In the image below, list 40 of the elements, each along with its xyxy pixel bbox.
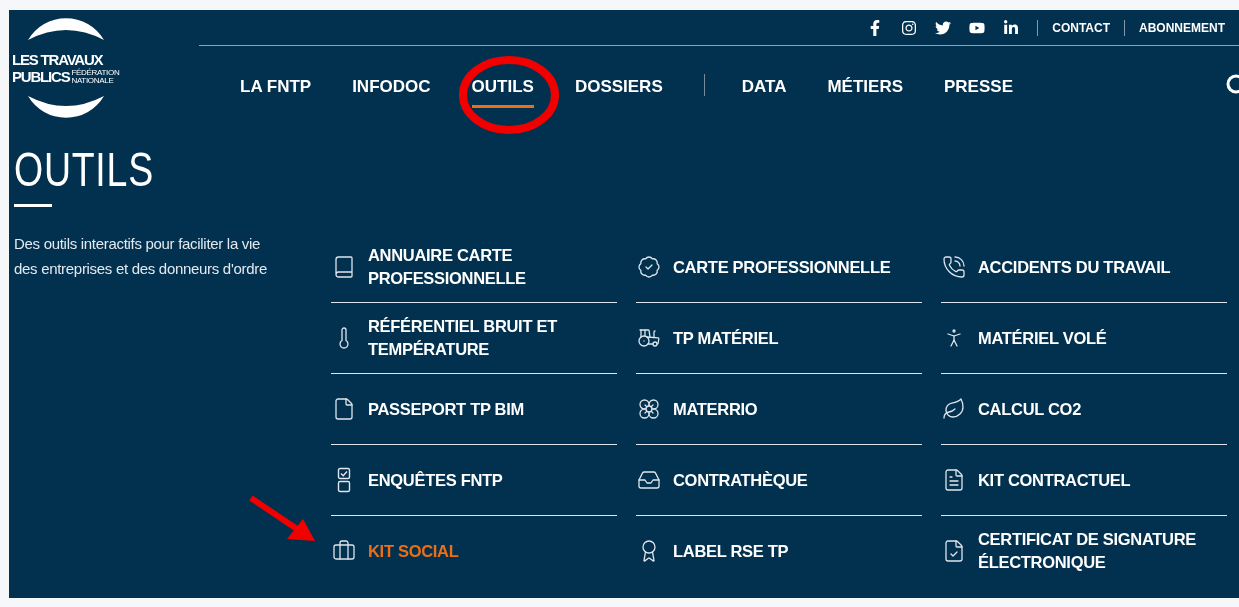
flower-icon xyxy=(636,397,661,421)
tool-link[interactable]: LABEL RSE TP xyxy=(636,539,789,563)
badge-icon xyxy=(636,255,661,279)
page-title: OUTILS xyxy=(14,146,154,194)
tool-link[interactable]: PASSEPORT TP BIM xyxy=(331,397,524,421)
leaf-icon xyxy=(941,397,966,421)
tool-link[interactable]: KIT CONTRACTUEL xyxy=(941,468,1131,492)
tool-link[interactable]: ENQUÊTES FNTP xyxy=(331,467,503,493)
tool-link[interactable]: TP MATÉRIEL xyxy=(636,326,779,350)
nav-link[interactable]: INFODOC xyxy=(352,68,431,108)
tool-link[interactable]: ANNUAIRE CARTE PROFESSIONNELLE xyxy=(331,244,617,290)
tool-link[interactable]: CARTE PROFESSIONNELLE xyxy=(636,255,891,279)
logo-tagline: FÉDÉRATION xyxy=(71,68,120,77)
nav-link[interactable]: DOSSIERS xyxy=(574,68,663,108)
logo-text: PUBLICS xyxy=(12,68,70,85)
linkedin-icon[interactable] xyxy=(1003,19,1020,36)
tool-link[interactable]: MATERRIO xyxy=(636,397,758,421)
tractor-icon xyxy=(636,326,661,350)
phone-icon xyxy=(941,255,966,279)
page-description: Des outils interactifs pour faciliter la vie des entreprises et des donneurs d'ordre xyxy=(14,234,268,279)
tool-link[interactable]: KIT SOCIAL xyxy=(331,539,459,563)
nav-link[interactable]: PRESSE xyxy=(944,68,1013,108)
checkboxes-icon xyxy=(336,467,351,493)
nav-link[interactable]: DATA xyxy=(741,68,787,108)
briefcase-icon xyxy=(331,539,356,563)
tray-icon xyxy=(636,468,661,492)
tool-link[interactable]: CONTRATHÈQUE xyxy=(636,468,808,492)
twitter-icon[interactable] xyxy=(935,19,952,36)
tool-link[interactable]: CALCUL CO2 xyxy=(941,397,1082,421)
top-link[interactable]: CONTACT xyxy=(1052,20,1110,35)
nav-link[interactable]: LA FNTP xyxy=(240,68,312,108)
tool-link[interactable]: ACCIDENTS DU TRAVAIL xyxy=(941,255,1171,279)
tool-link[interactable]: RÉFÉRENTIEL BRUIT ET TEMPÉRATURE xyxy=(331,315,617,361)
logo-text: LES TRAVAUX xyxy=(12,51,103,68)
tool-link[interactable]: CERTIFICAT DE SIGNATURE ÉLECTRONIQUE xyxy=(941,528,1227,574)
logo-tagline: NATIONALE xyxy=(71,76,115,85)
tool-link[interactable]: MATÉRIEL VOLÉ xyxy=(941,326,1107,350)
instagram-icon[interactable] xyxy=(901,19,918,36)
top-link[interactable]: ABONNEMENT xyxy=(1139,20,1225,35)
nav-link[interactable]: MÉTIERS xyxy=(827,68,903,108)
